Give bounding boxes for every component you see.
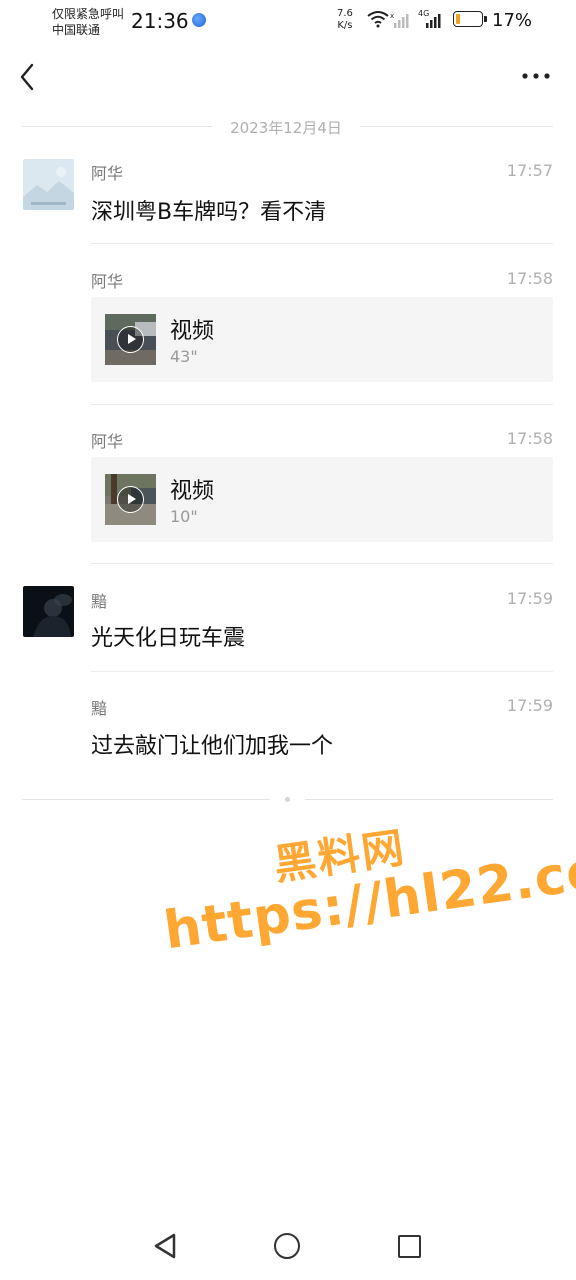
sender-name: 阿华: [91, 432, 124, 451]
message-divider: [91, 671, 553, 672]
network-speed-unit: K/s: [337, 20, 353, 31]
message-time: 17:57: [506, 161, 553, 180]
triangle-back-icon[interactable]: [152, 1232, 178, 1260]
video-thumbnail[interactable]: [105, 314, 156, 365]
avatar-placeholder-image: [23, 159, 74, 210]
network-speed: 7.6 K/s: [337, 8, 353, 32]
carrier-line2: 中国联通: [52, 23, 101, 37]
battery-percent: 17%: [492, 10, 533, 31]
battery-fill: [456, 14, 460, 24]
browser-globe-icon: [192, 13, 206, 27]
sender-name: 黯: [91, 592, 108, 611]
circle-home-icon[interactable]: [274, 1233, 300, 1259]
message-divider: [91, 243, 553, 244]
status-bar: 仅限紧急呼叫 中国联通 21:36 7.6 K/s x 4G 17%: [0, 0, 576, 44]
video-title: 视频: [170, 479, 215, 504]
video-duration: 43": [170, 347, 198, 366]
battery-icon: [453, 11, 487, 27]
carrier-line1: 仅限紧急呼叫: [52, 7, 125, 21]
video-duration: 10": [170, 507, 198, 526]
date-label: 2023年12月4日: [230, 119, 342, 137]
video-message-card[interactable]: 视频 10": [91, 457, 553, 542]
end-separator: [22, 797, 553, 802]
clock: 21:36: [131, 9, 189, 33]
signal-sim1-icon: x: [390, 12, 409, 28]
network-speed-value: 7.6: [337, 8, 353, 19]
chevron-left-icon[interactable]: [14, 60, 44, 94]
date-separator: 2023年12月4日: [22, 112, 553, 140]
message-divider: [91, 404, 553, 405]
message-time: 17:59: [506, 589, 553, 608]
play-icon: [117, 486, 144, 513]
avatar-an[interactable]: [23, 586, 74, 637]
signal-sim2-icon: [426, 14, 441, 28]
carrier-info: 仅限紧急呼叫 中国联通: [52, 6, 124, 38]
video-thumbnail[interactable]: [105, 474, 156, 525]
play-icon: [117, 326, 144, 353]
message-text[interactable]: 深圳粤B车牌吗？看不清: [91, 194, 326, 226]
wifi-icon: [367, 11, 389, 28]
avatar-dark-figure-image: [23, 586, 74, 637]
more-horizontal-icon[interactable]: [518, 64, 554, 88]
video-message-card[interactable]: 视频 43": [91, 297, 553, 382]
watermark: 黑料网 https://hl22.co: [153, 793, 576, 977]
sender-name: 阿华: [91, 272, 124, 291]
video-title: 视频: [170, 319, 215, 344]
square-recents-icon[interactable]: [398, 1235, 421, 1258]
message-time: 17:59: [506, 696, 553, 715]
message-text[interactable]: 过去敲门让他们加我一个: [91, 728, 333, 760]
sender-name: 黯: [91, 699, 108, 718]
sender-name: 阿华: [91, 164, 124, 183]
message-divider: [91, 563, 553, 564]
system-navigation-bar: [0, 1215, 576, 1280]
message-time: 17:58: [506, 429, 553, 448]
svg-text:x: x: [390, 12, 394, 20]
message-time: 17:58: [506, 269, 553, 288]
message-text[interactable]: 光天化日玩车震: [91, 620, 245, 652]
avatar-ahua[interactable]: [23, 159, 74, 210]
